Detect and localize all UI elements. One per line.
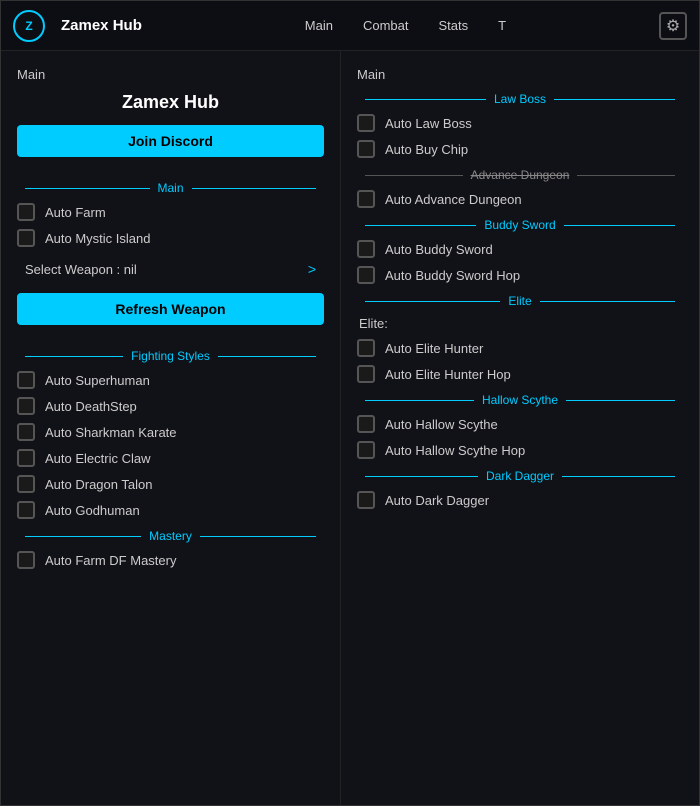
auto-buy-chip-row[interactable]: Auto Buy Chip (357, 140, 683, 158)
auto-mystic-island-label: Auto Mystic Island (45, 231, 151, 246)
auto-elite-hunter-checkbox[interactable] (357, 339, 375, 357)
nav-tabs: Main Combat Stats T (168, 14, 643, 37)
buddy-sword-divider: Buddy Sword (357, 218, 683, 232)
left-panel: Main Zamex Hub Join Discord Main Auto Fa… (1, 51, 341, 805)
gear-icon[interactable]: ⚙ (659, 12, 687, 40)
auto-sharkman-row[interactable]: Auto Sharkman Karate (17, 423, 324, 441)
advance-dungeon-divider: Advance Dungeon (357, 168, 683, 182)
app-logo: Z (13, 10, 45, 42)
auto-law-boss-label: Auto Law Boss (385, 116, 472, 131)
select-weapon-row[interactable]: Select Weapon : nil > (17, 255, 324, 283)
hub-title: Zamex Hub (17, 92, 324, 113)
hallow-scythe-divider: Hallow Scythe (357, 393, 683, 407)
auto-godhuman-label: Auto Godhuman (45, 503, 140, 518)
auto-buddy-sword-hop-label: Auto Buddy Sword Hop (385, 268, 520, 283)
auto-law-boss-checkbox[interactable] (357, 114, 375, 132)
auto-dragon-talon-checkbox[interactable] (17, 475, 35, 493)
auto-deathstep-checkbox[interactable] (17, 397, 35, 415)
auto-buddy-sword-label: Auto Buddy Sword (385, 242, 493, 257)
tab-main[interactable]: Main (305, 14, 333, 37)
select-weapon-text: Select Weapon : nil (25, 262, 137, 277)
app-window: Z Zamex Hub Main Combat Stats T ⚙ Main Z… (0, 0, 700, 806)
law-boss-divider: Law Boss (357, 92, 683, 106)
main-divider: Main (17, 181, 324, 195)
auto-superhuman-label: Auto Superhuman (45, 373, 150, 388)
auto-sharkman-checkbox[interactable] (17, 423, 35, 441)
title-bar: Z Zamex Hub Main Combat Stats T ⚙ (1, 1, 699, 51)
auto-elite-hunter-row[interactable]: Auto Elite Hunter (357, 339, 683, 357)
auto-advance-dungeon-checkbox[interactable] (357, 190, 375, 208)
auto-hallow-scythe-checkbox[interactable] (357, 415, 375, 433)
auto-mystic-island-row[interactable]: Auto Mystic Island (17, 229, 324, 247)
auto-farm-checkbox[interactable] (17, 203, 35, 221)
refresh-weapon-button[interactable]: Refresh Weapon (17, 293, 324, 325)
auto-buddy-sword-hop-row[interactable]: Auto Buddy Sword Hop (357, 266, 683, 284)
auto-buddy-sword-row[interactable]: Auto Buddy Sword (357, 240, 683, 258)
auto-buy-chip-checkbox[interactable] (357, 140, 375, 158)
auto-electric-claw-checkbox[interactable] (17, 449, 35, 467)
auto-hallow-scythe-label: Auto Hallow Scythe (385, 417, 498, 432)
tab-combat[interactable]: Combat (363, 14, 409, 37)
auto-hallow-scythe-hop-checkbox[interactable] (357, 441, 375, 459)
auto-dragon-talon-label: Auto Dragon Talon (45, 477, 152, 492)
auto-farm-df-mastery-row[interactable]: Auto Farm DF Mastery (17, 551, 324, 569)
auto-elite-hunter-hop-row[interactable]: Auto Elite Hunter Hop (357, 365, 683, 383)
auto-sharkman-label: Auto Sharkman Karate (45, 425, 177, 440)
app-title: Zamex Hub (61, 17, 142, 34)
elite-sub-label: Elite: (357, 316, 683, 331)
auto-superhuman-row[interactable]: Auto Superhuman (17, 371, 324, 389)
auto-law-boss-row[interactable]: Auto Law Boss (357, 114, 683, 132)
chevron-right-icon: > (308, 261, 316, 277)
dark-dagger-divider: Dark Dagger (357, 469, 683, 483)
auto-deathstep-label: Auto DeathStep (45, 399, 137, 414)
auto-godhuman-row[interactable]: Auto Godhuman (17, 501, 324, 519)
auto-advance-dungeon-row[interactable]: Auto Advance Dungeon (357, 190, 683, 208)
auto-farm-label: Auto Farm (45, 205, 106, 220)
right-panel: Main Law Boss Auto Law Boss Auto Buy Chi… (341, 51, 699, 805)
tab-stats[interactable]: Stats (439, 14, 469, 37)
fighting-styles-divider: Fighting Styles (17, 349, 324, 363)
auto-hallow-scythe-hop-label: Auto Hallow Scythe Hop (385, 443, 525, 458)
auto-mystic-island-checkbox[interactable] (17, 229, 35, 247)
auto-electric-claw-row[interactable]: Auto Electric Claw (17, 449, 324, 467)
auto-farm-df-mastery-label: Auto Farm DF Mastery (45, 553, 176, 568)
left-section-title: Main (17, 67, 324, 82)
elite-divider: Elite (357, 294, 683, 308)
auto-hallow-scythe-hop-row[interactable]: Auto Hallow Scythe Hop (357, 441, 683, 459)
auto-dragon-talon-row[interactable]: Auto Dragon Talon (17, 475, 324, 493)
auto-dark-dagger-row[interactable]: Auto Dark Dagger (357, 491, 683, 509)
auto-farm-row[interactable]: Auto Farm (17, 203, 324, 221)
auto-superhuman-checkbox[interactable] (17, 371, 35, 389)
join-discord-button[interactable]: Join Discord (17, 125, 324, 157)
auto-dark-dagger-label: Auto Dark Dagger (385, 493, 489, 508)
auto-farm-df-mastery-checkbox[interactable] (17, 551, 35, 569)
content-area: Main Zamex Hub Join Discord Main Auto Fa… (1, 51, 699, 805)
auto-hallow-scythe-row[interactable]: Auto Hallow Scythe (357, 415, 683, 433)
auto-buddy-sword-hop-checkbox[interactable] (357, 266, 375, 284)
auto-elite-hunter-hop-label: Auto Elite Hunter Hop (385, 367, 511, 382)
auto-advance-dungeon-label: Auto Advance Dungeon (385, 192, 522, 207)
auto-elite-hunter-label: Auto Elite Hunter (385, 341, 483, 356)
auto-buy-chip-label: Auto Buy Chip (385, 142, 468, 157)
auto-electric-claw-label: Auto Electric Claw (45, 451, 150, 466)
mastery-divider: Mastery (17, 529, 324, 543)
auto-deathstep-row[interactable]: Auto DeathStep (17, 397, 324, 415)
tab-t[interactable]: T (498, 14, 506, 37)
auto-buddy-sword-checkbox[interactable] (357, 240, 375, 258)
auto-godhuman-checkbox[interactable] (17, 501, 35, 519)
right-section-title: Main (357, 67, 683, 82)
auto-elite-hunter-hop-checkbox[interactable] (357, 365, 375, 383)
auto-dark-dagger-checkbox[interactable] (357, 491, 375, 509)
